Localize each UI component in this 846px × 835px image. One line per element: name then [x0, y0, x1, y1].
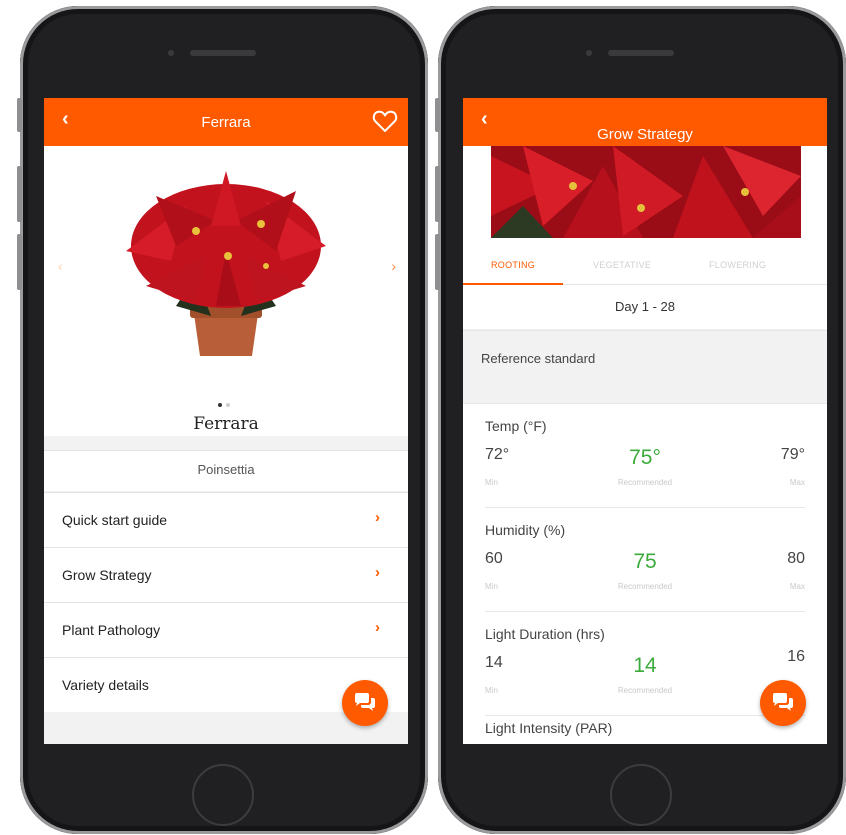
chevron-right-icon: › — [375, 509, 380, 526]
stage-tabs: ROOTING VEGETATIVE FLOWERING — [463, 242, 827, 285]
metric-title: Temp (°F) — [485, 418, 547, 434]
carousel-page-dots — [216, 394, 232, 412]
menu-item-label: Plant Pathology — [62, 622, 161, 638]
metric-recommended-label: Recommended — [617, 582, 673, 591]
metric-recommended-value: 75° — [629, 446, 661, 469]
volume-up-button — [17, 166, 22, 222]
metric-temperature: Temp (°F) 72° 75° 79° Min Recommended Ma… — [463, 404, 827, 508]
favorite-heart-icon[interactable] — [372, 109, 398, 133]
home-button[interactable] — [610, 764, 672, 826]
chat-button[interactable] — [760, 680, 806, 726]
mute-switch — [435, 98, 440, 132]
front-camera — [586, 50, 592, 56]
metric-max-label: Max — [789, 478, 805, 487]
carousel-prev-icon[interactable]: ‹ — [58, 258, 63, 274]
metric-recommended-label: Recommended — [617, 478, 673, 487]
metric-max-value: 16 — [787, 648, 805, 665]
metric-max-label: Max — [789, 582, 805, 591]
volume-down-button — [435, 234, 440, 290]
grow-strategy-screen: ‹ Grow Strategy ROOTING VEGETATIVE FLOWE… — [463, 98, 827, 744]
volume-down-button — [17, 234, 22, 290]
chevron-right-icon: › — [375, 564, 380, 581]
nav-bar: ‹ Ferrara — [44, 98, 408, 146]
chat-bubbles-icon — [773, 693, 793, 711]
menu-item-grow-strategy[interactable]: Grow Strategy › — [44, 547, 408, 602]
carousel-next-icon[interactable]: › — [391, 258, 396, 274]
metric-max-value: 79° — [780, 446, 805, 463]
metric-title: Light Intensity (PAR) — [485, 720, 613, 736]
phone-frame-left: ‹ Ferrara ‹ › Ferrara Poinsettia Quick s… — [17, 6, 428, 834]
variety-menu: Quick start guide › Grow Strategy › Plan… — [44, 492, 408, 712]
nav-bar: ‹ Grow Strategy — [463, 98, 827, 146]
volume-up-button — [435, 166, 440, 222]
phone-frame-right: ‹ Grow Strategy ROOTING VEGETATIVE FLOWE… — [435, 6, 846, 834]
page-title: Ferrara — [201, 114, 251, 131]
metric-title: Light Duration (hrs) — [485, 626, 605, 642]
menu-item-label: Grow Strategy — [62, 567, 152, 583]
tab-rooting[interactable]: ROOTING — [491, 260, 535, 270]
metric-title: Humidity (%) — [485, 522, 566, 538]
reference-standard-section: Reference standard — [463, 330, 827, 403]
product-image-carousel[interactable]: ‹ › Ferrara — [44, 146, 408, 436]
earpiece-speaker — [190, 50, 256, 56]
menu-item-label: Variety details — [62, 677, 149, 693]
poinsettia-banner-image — [463, 146, 827, 242]
chat-button[interactable] — [342, 680, 388, 726]
variety-name: Ferrara — [193, 414, 259, 434]
metric-recommended-value: 14 — [633, 654, 657, 677]
variety-screen: ‹ Ferrara ‹ › Ferrara Poinsettia Quick s… — [44, 98, 408, 744]
menu-item-plant-pathology[interactable]: Plant Pathology › — [44, 602, 408, 657]
metric-recommended-value: 75 — [633, 550, 657, 573]
mute-switch — [17, 98, 22, 132]
day-range: Day 1 - 28 — [463, 285, 827, 329]
tab-vegetative[interactable]: VEGETATIVE — [593, 260, 651, 270]
metric-humidity: Humidity (%) 60 75 80 Min Recommended Ma… — [463, 508, 827, 612]
chevron-right-icon: › — [375, 619, 380, 636]
poinsettia-plant-image — [126, 171, 326, 356]
tab-flowering[interactable]: FLOWERING — [709, 260, 766, 270]
menu-item-label: Quick start guide — [62, 512, 168, 528]
chat-bubbles-icon — [355, 693, 375, 711]
poinsettia-leaves-image — [491, 146, 801, 238]
species-label: Poinsettia — [44, 450, 408, 491]
page-title: Grow Strategy — [597, 126, 693, 143]
menu-item-quick-start-guide[interactable]: Quick start guide › — [44, 492, 408, 547]
front-camera — [168, 50, 174, 56]
home-button[interactable] — [192, 764, 254, 826]
reference-standard-label: Reference standard — [481, 351, 596, 366]
metric-max-value: 80 — [787, 550, 805, 567]
earpiece-speaker — [608, 50, 674, 56]
